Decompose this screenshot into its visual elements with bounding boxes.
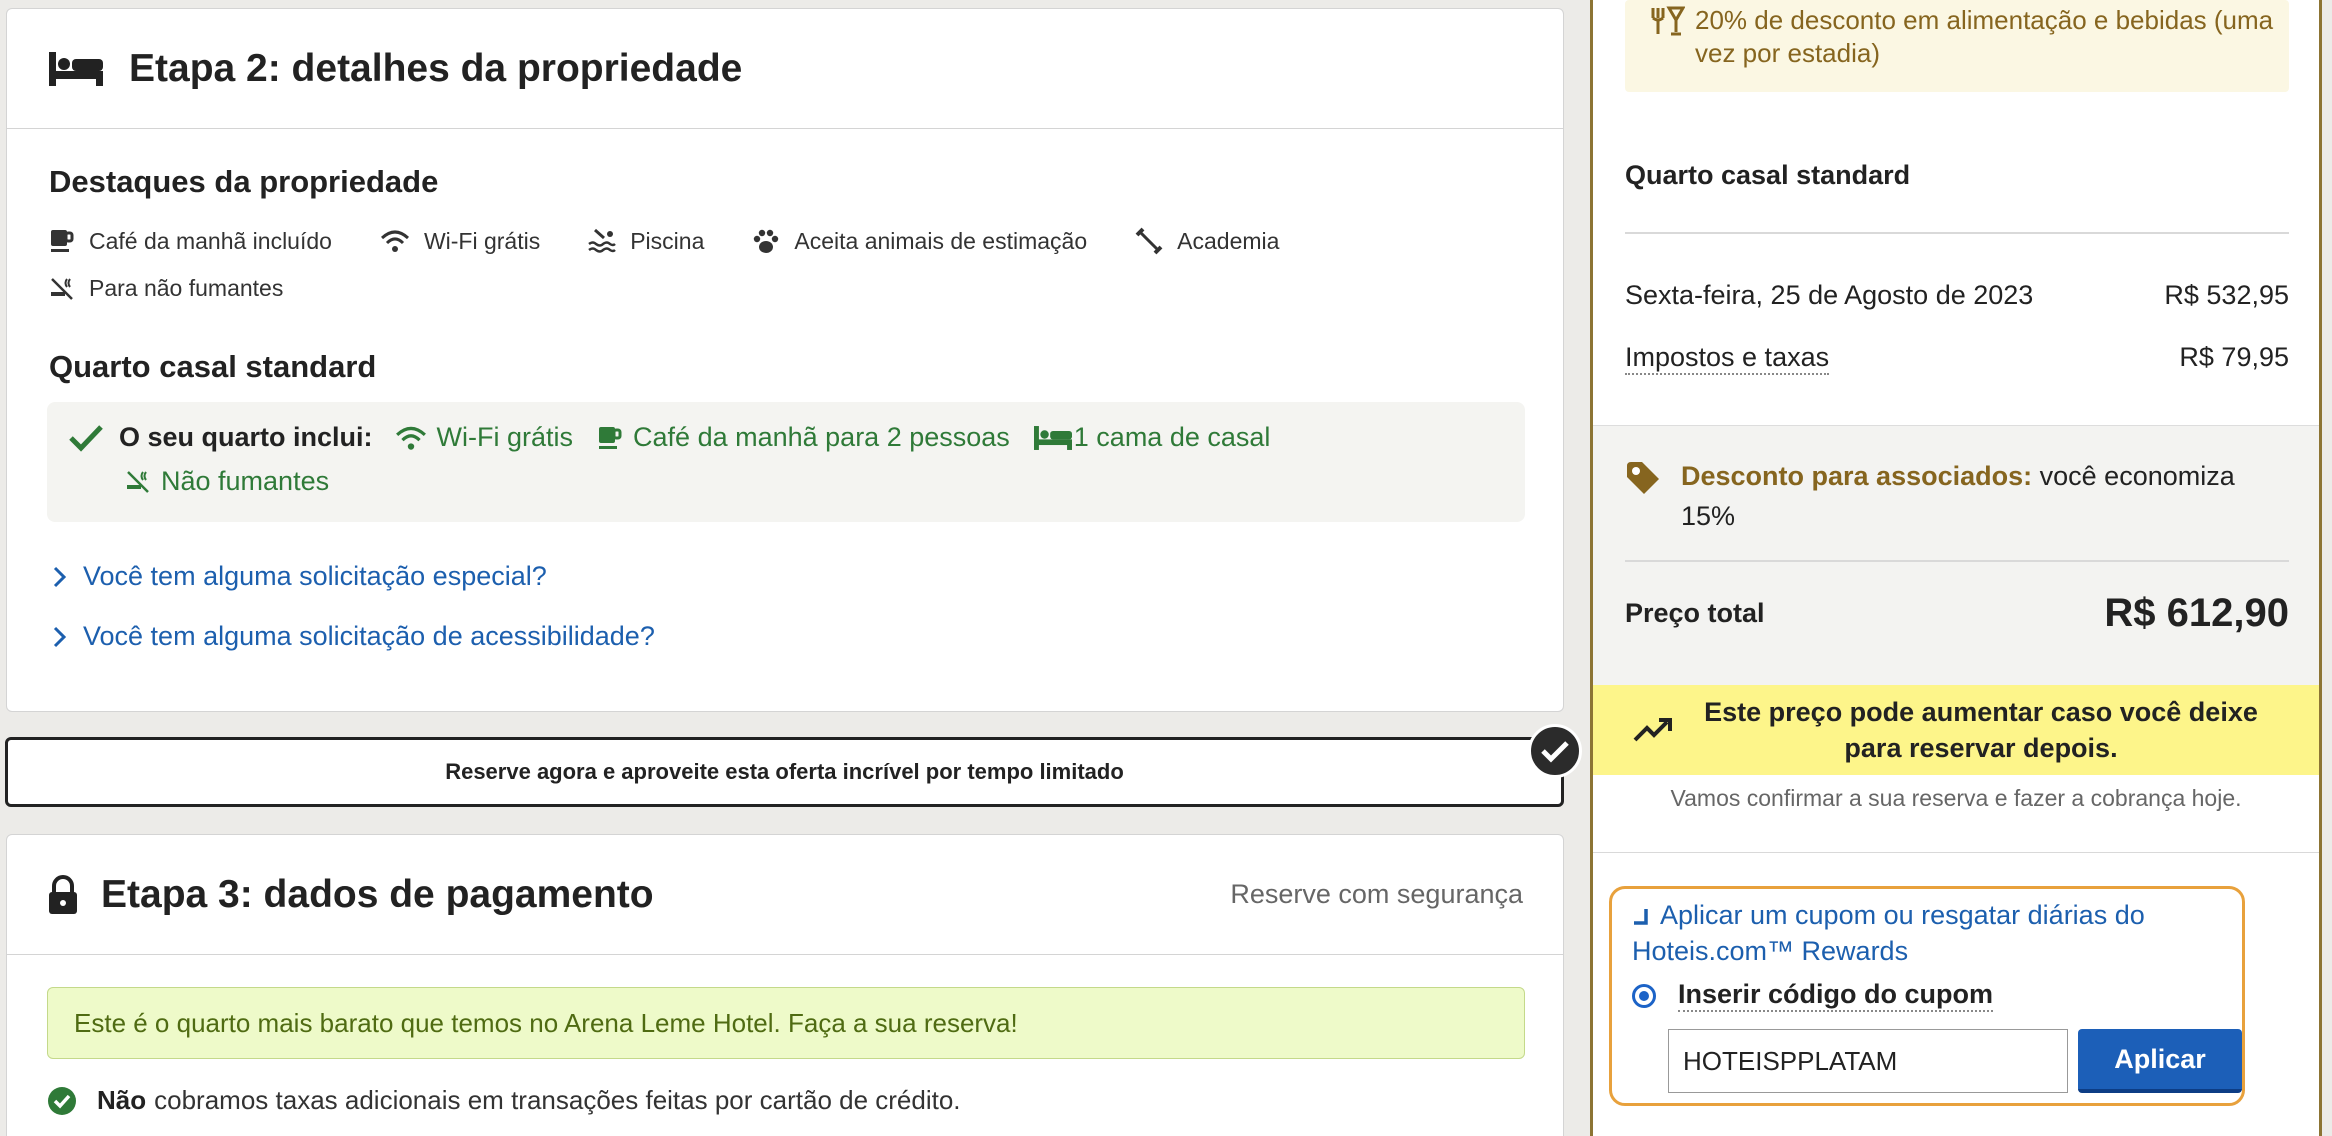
summary-divider bbox=[1625, 560, 2289, 562]
includes-nonsmoking: Não fumantes bbox=[125, 466, 329, 497]
includes-item-label: Wi-Fi grátis bbox=[436, 422, 574, 452]
no-smoking-icon bbox=[49, 276, 75, 302]
check-circle-icon bbox=[47, 1086, 77, 1116]
includes-item-label: 1 cama de casal bbox=[1073, 422, 1271, 452]
lock-icon bbox=[47, 874, 79, 915]
cheapest-room-notice: Este é o quarto mais barato que temos no… bbox=[47, 987, 1525, 1059]
member-discount-row: Desconto para associados: você economiza… bbox=[1625, 456, 2265, 536]
includes-item-label: Não fumantes bbox=[161, 466, 330, 496]
total-label: Preço total bbox=[1625, 598, 1765, 628]
room-title: Quarto casal standard bbox=[49, 349, 377, 384]
chevron-right-icon bbox=[53, 626, 67, 648]
highlight-label: Wi-Fi grátis bbox=[423, 227, 541, 254]
taxes-price: R$ 79,95 bbox=[2179, 342, 2289, 372]
night-price-row: Sexta-feira, 25 de Agosto de 2023 R$ 532… bbox=[1625, 280, 2289, 311]
includes-line-2: Não fumantes bbox=[125, 466, 353, 497]
bed-icon bbox=[49, 51, 103, 86]
highlights-row: Café da manhã incluído Wi-Fi grátis Pisc… bbox=[49, 227, 1327, 255]
includes-wifi: Wi-Fi grátis bbox=[395, 422, 574, 453]
highlights-row-2: Para não fumantes bbox=[49, 275, 331, 302]
corner-arrow-icon bbox=[1632, 907, 1650, 927]
coupon-toggle-link[interactable]: Aplicar um cupom ou resgatar diárias do … bbox=[1632, 897, 2192, 969]
trending-up-icon bbox=[1633, 716, 1673, 744]
summary-room-name: Quarto casal standard bbox=[1625, 160, 1911, 190]
includes-item-label: Café da manhã para 2 pessoas bbox=[633, 422, 1010, 452]
property-details-card: Etapa 2: detalhes da propriedade Destaqu… bbox=[6, 8, 1564, 712]
apply-coupon-button[interactable]: Aplicar bbox=[2078, 1029, 2242, 1093]
fork-glass-icon bbox=[1649, 6, 1685, 92]
coupon-radio-option[interactable]: Inserir código do cupom bbox=[1632, 979, 1994, 1012]
bed-icon bbox=[1033, 425, 1072, 450]
coupon-radio[interactable] bbox=[1632, 983, 1656, 1008]
room-includes-box: O seu quarto inclui: Wi-Fi grátis Café d… bbox=[47, 402, 1525, 522]
check-circle-icon bbox=[1528, 724, 1582, 778]
total-price-row: Preço total R$ 612,90 bbox=[1625, 591, 2289, 636]
no-fee-bold: Não bbox=[97, 1085, 147, 1115]
highlight-pets: Aceita animais de estimação bbox=[752, 228, 1087, 255]
wifi-icon bbox=[395, 425, 427, 451]
limited-offer-text: Reserve agora e aproveite esta oferta in… bbox=[445, 759, 1124, 784]
taxes-row: Impostos e taxas R$ 79,95 bbox=[1625, 342, 2289, 375]
coupon-link-text: Aplicar um cupom ou resgatar diárias do … bbox=[1632, 900, 2145, 966]
chevron-right-icon bbox=[53, 566, 67, 588]
discount-total-section: Desconto para associados: você economiza… bbox=[1593, 425, 2319, 685]
payment-details-card: Etapa 3: dados de pagamento Reserve com … bbox=[6, 834, 1564, 1136]
price-warning-text: Este preço pode aumentar caso você deixe… bbox=[1704, 697, 2258, 763]
special-request-toggle[interactable]: Você tem alguma solicitação especial? bbox=[53, 561, 547, 592]
includes-line-1: O seu quarto inclui: Wi-Fi grátis Café d… bbox=[69, 422, 1294, 453]
includes-bed: 1 cama de casal bbox=[1033, 422, 1271, 453]
food-discount-text: 20% de desconto em alimentação e bebidas… bbox=[1695, 5, 2274, 68]
limited-offer-banner: Reserve agora e aproveite esta oferta in… bbox=[5, 737, 1564, 807]
secure-booking-text: Reserve com segurança bbox=[1230, 879, 1523, 909]
special-request-label: Você tem alguma solicitação especial? bbox=[83, 561, 547, 591]
member-discount-bold: Desconto para associados: bbox=[1681, 461, 2033, 491]
price-summary-panel: 20% de desconto em alimentação e bebidas… bbox=[1590, 0, 2322, 1136]
highlight-pool: Piscina bbox=[588, 228, 704, 255]
highlights-title: Destaques da propriedade bbox=[49, 164, 439, 199]
coffee-icon bbox=[597, 425, 623, 451]
highlight-label: Academia bbox=[1177, 227, 1280, 254]
wifi-icon bbox=[380, 229, 410, 253]
paw-icon bbox=[752, 228, 780, 254]
coupon-box: Aplicar um cupom ou resgatar diárias do … bbox=[1609, 886, 2245, 1106]
includes-label: O seu quarto inclui: bbox=[119, 422, 373, 452]
accessibility-request-label: Você tem alguma solicitação de acessibil… bbox=[83, 621, 655, 651]
coupon-radio-label: Inserir código do cupom bbox=[1678, 979, 1994, 1012]
accessibility-request-toggle[interactable]: Você tem alguma solicitação de acessibil… bbox=[53, 621, 655, 652]
coffee-icon bbox=[49, 228, 75, 254]
summary-divider bbox=[1625, 232, 2289, 234]
highlight-label: Piscina bbox=[630, 227, 705, 254]
dumbbell-icon bbox=[1135, 227, 1163, 255]
total-value: R$ 612,90 bbox=[2104, 591, 2289, 635]
payment-title: Etapa 3: dados de pagamento bbox=[101, 872, 654, 916]
page-title: Etapa 2: detalhes da propriedade bbox=[129, 46, 743, 90]
confirm-charge-text: Vamos confirmar a sua reserva e fazer a … bbox=[1670, 785, 2242, 811]
cheapest-room-text: Este é o quarto mais barato que temos no… bbox=[74, 1007, 1018, 1038]
highlight-label: Café da manhã incluído bbox=[89, 227, 332, 254]
no-fee-notice: Não cobramos taxas adicionais em transaç… bbox=[47, 1085, 961, 1116]
highlight-wifi: Wi-Fi grátis bbox=[380, 228, 540, 255]
no-smoking-icon bbox=[125, 469, 151, 495]
tag-icon bbox=[1625, 460, 1661, 536]
pool-icon bbox=[588, 228, 617, 254]
includes-breakfast: Café da manhã para 2 pessoas bbox=[597, 422, 1010, 453]
property-details-header: Etapa 2: detalhes da propriedade bbox=[7, 9, 1563, 129]
taxes-label[interactable]: Impostos e taxas bbox=[1625, 342, 1830, 375]
summary-divider bbox=[1593, 852, 2319, 853]
highlight-breakfast: Café da manhã incluído bbox=[49, 228, 332, 255]
food-discount-box: 20% de desconto em alimentação e bebidas… bbox=[1625, 0, 2289, 92]
night-date: Sexta-feira, 25 de Agosto de 2023 bbox=[1625, 280, 2034, 310]
no-fee-text: cobramos taxas adicionais em transações … bbox=[154, 1085, 961, 1115]
highlight-label: Aceita animais de estimação bbox=[794, 227, 1088, 254]
price-increase-warning: Este preço pode aumentar caso você deixe… bbox=[1593, 685, 2319, 775]
coupon-code-input[interactable] bbox=[1668, 1029, 2068, 1093]
check-icon bbox=[69, 424, 103, 452]
highlight-label: Para não fumantes bbox=[89, 275, 284, 301]
highlight-nonsmoking: Para não fumantes bbox=[49, 275, 283, 302]
night-price: R$ 532,95 bbox=[2164, 280, 2289, 310]
highlight-gym: Academia bbox=[1135, 227, 1279, 255]
